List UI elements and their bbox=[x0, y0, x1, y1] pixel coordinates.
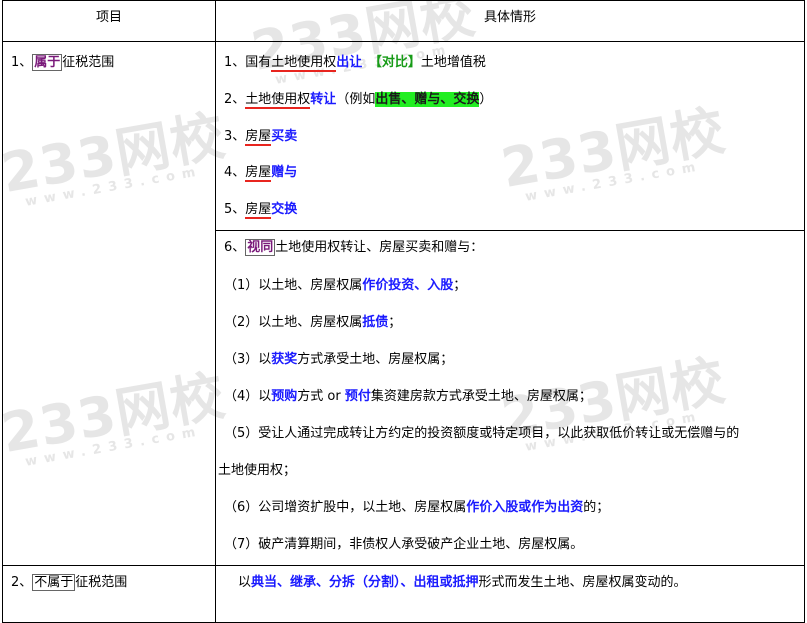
header-item: 项目 bbox=[2, 0, 216, 42]
list-item: 3、房屋买卖 bbox=[224, 129, 298, 146]
tax-scope-table: 项目 具体情形 1、 属于 征税范围 1、国有土地使用权出让 【对比】土地增值税 2… bbox=[2, 0, 805, 623]
row1-direct-cell: 1、国有土地使用权出让 【对比】土地增值税 2、土地使用权转让（例如出售、赠与、… bbox=[215, 41, 805, 231]
row1-label: 1、 属于 征税范围 bbox=[11, 54, 115, 71]
deemed-tag: 视同 bbox=[245, 239, 276, 256]
list-item: 4、房屋赠与 bbox=[224, 165, 298, 182]
table-row: 1、 属于 征税范围 1、国有土地使用权出让 【对比】土地增值税 2、土地使用权转让… bbox=[2, 41, 805, 566]
list-item: 1、国有土地使用权出让 【对比】土地增值税 bbox=[224, 55, 486, 72]
list-item: （6）公司增资扩股中，以土地、房屋权属作价入股或作为出资的； bbox=[224, 500, 610, 515]
header-detail: 具体情形 bbox=[215, 0, 805, 42]
row2-label-cell: 2、 不属于 征税范围 bbox=[2, 565, 216, 623]
list-item: （7）破产清算期间，非债权人承受破产企业土地、房屋权属。 bbox=[224, 537, 584, 552]
deemed-title: 6、 视同 土地使用权转让、房屋买卖和赠与： bbox=[224, 239, 484, 256]
belongs-tag: 属于 bbox=[32, 54, 63, 71]
table-header-row: 项目 具体情形 bbox=[2, 0, 805, 42]
list-item-continuation: 土地使用权； bbox=[218, 463, 297, 478]
row2-label: 2、 不属于 征税范围 bbox=[11, 574, 128, 591]
list-item: （4）以预购方式 or 预付集资建房款方式承受土地、房屋权属； bbox=[224, 389, 592, 404]
list-item: （5）受让人通过完成转让方约定的投资额度或特定项目，以此获取低价转让或无偿赠与的 bbox=[224, 426, 740, 441]
list-item: （1）以土地、房屋权属作价投资、入股； bbox=[224, 278, 467, 293]
not-belongs-tag: 不属于 bbox=[32, 574, 76, 591]
row2-detail-cell: 以典当、继承、分拆（分割）、出租或抵押形式而发生土地、房屋权属变动的。 bbox=[215, 565, 805, 623]
table-row: 2、 不属于 征税范围 以典当、继承、分拆（分割）、出租或抵押形式而发生土地、房屋权… bbox=[2, 565, 805, 623]
row2-description: 以典当、继承、分拆（分割）、出租或抵押形式而发生土地、房屋权属变动的。 bbox=[238, 575, 687, 590]
list-item: 2、土地使用权转让（例如出售、赠与、交换） bbox=[224, 92, 493, 109]
list-item: 5、房屋交换 bbox=[224, 202, 298, 219]
row1-deemed-cell: 6、 视同 土地使用权转让、房屋买卖和赠与： （1）以土地、房屋权属作价投资、入股；… bbox=[215, 230, 805, 566]
list-item: （3）以获奖方式承受土地、房屋权属； bbox=[224, 352, 454, 367]
row1-label-cell: 1、 属于 征税范围 bbox=[2, 41, 216, 566]
list-item: （2）以土地、房屋权属抵债； bbox=[224, 315, 402, 330]
